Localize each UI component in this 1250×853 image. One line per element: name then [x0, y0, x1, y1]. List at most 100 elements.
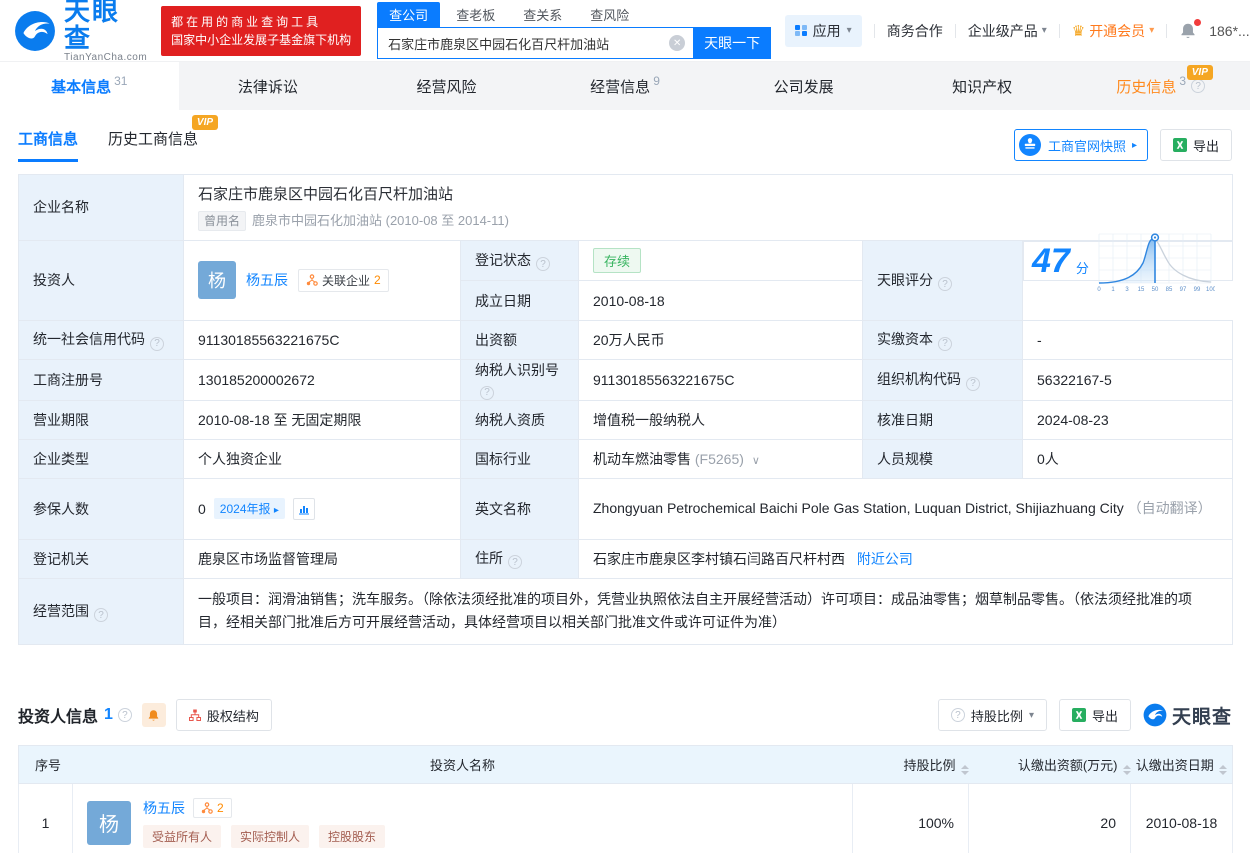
svg-text:100: 100 — [1206, 287, 1215, 293]
help-icon[interactable]: ? — [938, 277, 952, 291]
help-icon[interactable]: ? — [508, 555, 522, 570]
tab-business-info[interactable]: 工商信息 — [18, 128, 79, 162]
apps-menu[interactable]: 应用 ▾ — [785, 14, 862, 47]
field-label-industry: 国标行业 — [460, 438, 579, 479]
avatar[interactable]: 杨 — [87, 800, 131, 845]
field-label-ent-type: 企业类型 — [18, 438, 184, 479]
annual-report-badge[interactable]: 2024年报 ▸ — [213, 498, 285, 519]
nearby-companies-link[interactable]: 附近公司 — [857, 551, 913, 567]
industry-cell[interactable]: 机动车燃油零售 (F5265) ∨ — [578, 438, 863, 479]
tag-actual-controller[interactable]: 实际控制人 — [231, 824, 310, 848]
vip-badge: VIP — [191, 115, 219, 130]
shareholding-ratio-dropdown[interactable]: ? 持股比例 ▾ — [937, 699, 1047, 732]
search-tab-boss[interactable]: 查老板 — [444, 2, 507, 27]
help-icon[interactable]: ? — [536, 257, 550, 271]
tab-history-business-info[interactable]: VIP 历史工商信息 — [108, 115, 219, 162]
reg-status-cell: 存续 — [578, 239, 863, 281]
tab-intellectual-property[interactable]: 知识产权 — [893, 62, 1072, 110]
avatar[interactable]: 杨 — [198, 261, 236, 300]
notification-bell-icon[interactable] — [1179, 18, 1202, 40]
search-button[interactable]: 天眼一下 — [693, 27, 772, 59]
investors-table: 序号 投资人名称 持股比例 认缴出资额(万元) 认缴出资日期 1 杨 杨五辰 2… — [18, 745, 1233, 853]
insured-count: 0 — [198, 500, 206, 517]
investor-name-link[interactable]: 杨五辰 — [246, 270, 288, 290]
org-code: 56322167-5 — [1021, 359, 1234, 401]
investor-name-cell: 杨 杨五辰 2 受益所有人 实际控制人 控股股东 — [72, 783, 853, 853]
tab-operation-info[interactable]: 经营信息 9 — [536, 62, 715, 110]
staff-size: 0人 — [1021, 438, 1234, 479]
help-icon[interactable]: ? — [480, 385, 494, 400]
industry-code: (F5265) — [694, 450, 744, 467]
row-no: 1 — [18, 783, 73, 853]
help-icon[interactable]: ? — [966, 376, 980, 391]
tab-history-info[interactable]: VIP 历史信息 3 ? — [1071, 62, 1250, 110]
chevron-down-icon: ▾ — [1041, 25, 1047, 36]
equity-structure-button[interactable]: 股权结构 — [175, 699, 272, 732]
tyc-score-cell[interactable]: 47 分 0 1 3 15 50 85 97 99 100 — [1023, 232, 1233, 293]
org-chart-icon — [201, 801, 213, 814]
brand-slogan: 都在用的商业查询工具 国家中小企业发展子基金旗下机构 — [161, 5, 362, 56]
field-label-investor: 投资人 — [18, 239, 184, 321]
nav-open-vip[interactable]: ♛ 开通会员 ▾ — [1072, 21, 1154, 41]
user-account-menu[interactable]: 186*... ▾ — [1209, 23, 1250, 39]
tab-basic-info[interactable]: 基本信息 31 — [0, 62, 179, 110]
notification-dot — [1194, 18, 1202, 26]
stamp-icon — [1018, 133, 1042, 157]
search-tab-relation[interactable]: 查关系 — [511, 2, 574, 27]
approve-date: 2024-08-23 — [1021, 399, 1234, 440]
svg-text:97: 97 — [1180, 287, 1187, 293]
divider — [873, 23, 875, 38]
tab-operation-risk[interactable]: 经营风险 — [357, 62, 536, 110]
col-header-amount[interactable]: 认缴出资额(万元) — [968, 745, 1131, 785]
taxpayer-quality: 增值税一般纳税人 — [578, 399, 863, 440]
field-label-establish-date: 成立日期 — [460, 280, 579, 321]
search-tab-risk[interactable]: 查风险 — [578, 2, 641, 27]
search-tab-company[interactable]: 查公司 — [377, 2, 441, 27]
help-icon[interactable]: ? — [938, 336, 952, 351]
help-icon[interactable]: ? — [117, 708, 132, 723]
field-label-term: 营业期限 — [18, 399, 184, 440]
export-button[interactable]: 导出 — [1159, 129, 1232, 161]
help-icon[interactable]: ? — [1191, 79, 1206, 93]
nav-cooperation[interactable]: 商务合作 — [887, 21, 943, 41]
trend-chart-button[interactable] — [292, 497, 315, 520]
tab-legal-litigation[interactable]: 法律诉讼 — [179, 62, 358, 110]
investors-title: 投资人信息 — [18, 709, 99, 727]
slogan-line2: 国家中小企业发展子基金旗下机构 — [171, 32, 352, 47]
help-icon[interactable]: ? — [150, 336, 164, 351]
score-distribution-chart: 0 1 3 15 50 85 97 99 100 — [1097, 232, 1215, 293]
score-unit: 分 — [1075, 261, 1089, 276]
tag-controlling-shareholder[interactable]: 控股股东 — [319, 824, 386, 848]
field-label-reg-no: 工商注册号 — [18, 359, 184, 401]
score-value: 47 — [1032, 241, 1070, 280]
field-label-paid-capital: 实缴资本? — [862, 320, 1023, 360]
header-nav: 应用 ▾ 商务合作 企业级产品 ▾ ♛ 开通会员 ▾ 186*... ▾ — [785, 14, 1250, 47]
col-header-date[interactable]: 认缴出资日期 — [1130, 745, 1233, 785]
status-badge: 存续 — [593, 247, 642, 273]
related-companies-badge[interactable]: 2 — [193, 797, 232, 818]
sort-icon — [960, 764, 969, 775]
tianyancha-watermark-logo: 天眼查 — [1143, 702, 1232, 729]
company-name-cell: 石家庄市鹿泉区中园石化百尺杆加油站 曾用名 鹿泉市中园石化加油站 (2010-0… — [182, 174, 1234, 241]
nav-enterprise-products[interactable]: 企业级产品 ▾ — [968, 21, 1047, 41]
col-header-ratio[interactable]: 持股比例 — [852, 745, 969, 785]
field-label-scope: 经营范围? — [18, 577, 184, 646]
search-input[interactable] — [377, 27, 694, 59]
auto-translate-note: （自动翻译） — [1127, 499, 1212, 516]
official-snapshot-button[interactable]: 工商官网快照 ▸ — [1013, 129, 1148, 161]
divider — [1058, 23, 1060, 38]
col-header-name: 投资人名称 — [72, 745, 853, 785]
tag-beneficial-owner[interactable]: 受益所有人 — [143, 824, 222, 848]
svg-text:85: 85 — [1166, 287, 1173, 293]
help-icon[interactable]: ? — [94, 608, 108, 623]
field-label-address: 住所? — [460, 538, 579, 579]
export-investors-button[interactable]: 导出 — [1058, 699, 1131, 732]
excel-icon — [1172, 138, 1187, 152]
tianyancha-logo[interactable]: 天眼查 TianYanCha.com — [14, 0, 147, 63]
svg-text:3: 3 — [1125, 287, 1129, 293]
monitor-bell-icon[interactable] — [141, 703, 166, 728]
related-companies-badge[interactable]: 关联企业 2 — [298, 268, 389, 292]
investor-name-link[interactable]: 杨五辰 — [143, 798, 185, 818]
chevron-down-icon: ▾ — [1149, 25, 1155, 36]
tab-company-development[interactable]: 公司发展 — [714, 62, 893, 110]
